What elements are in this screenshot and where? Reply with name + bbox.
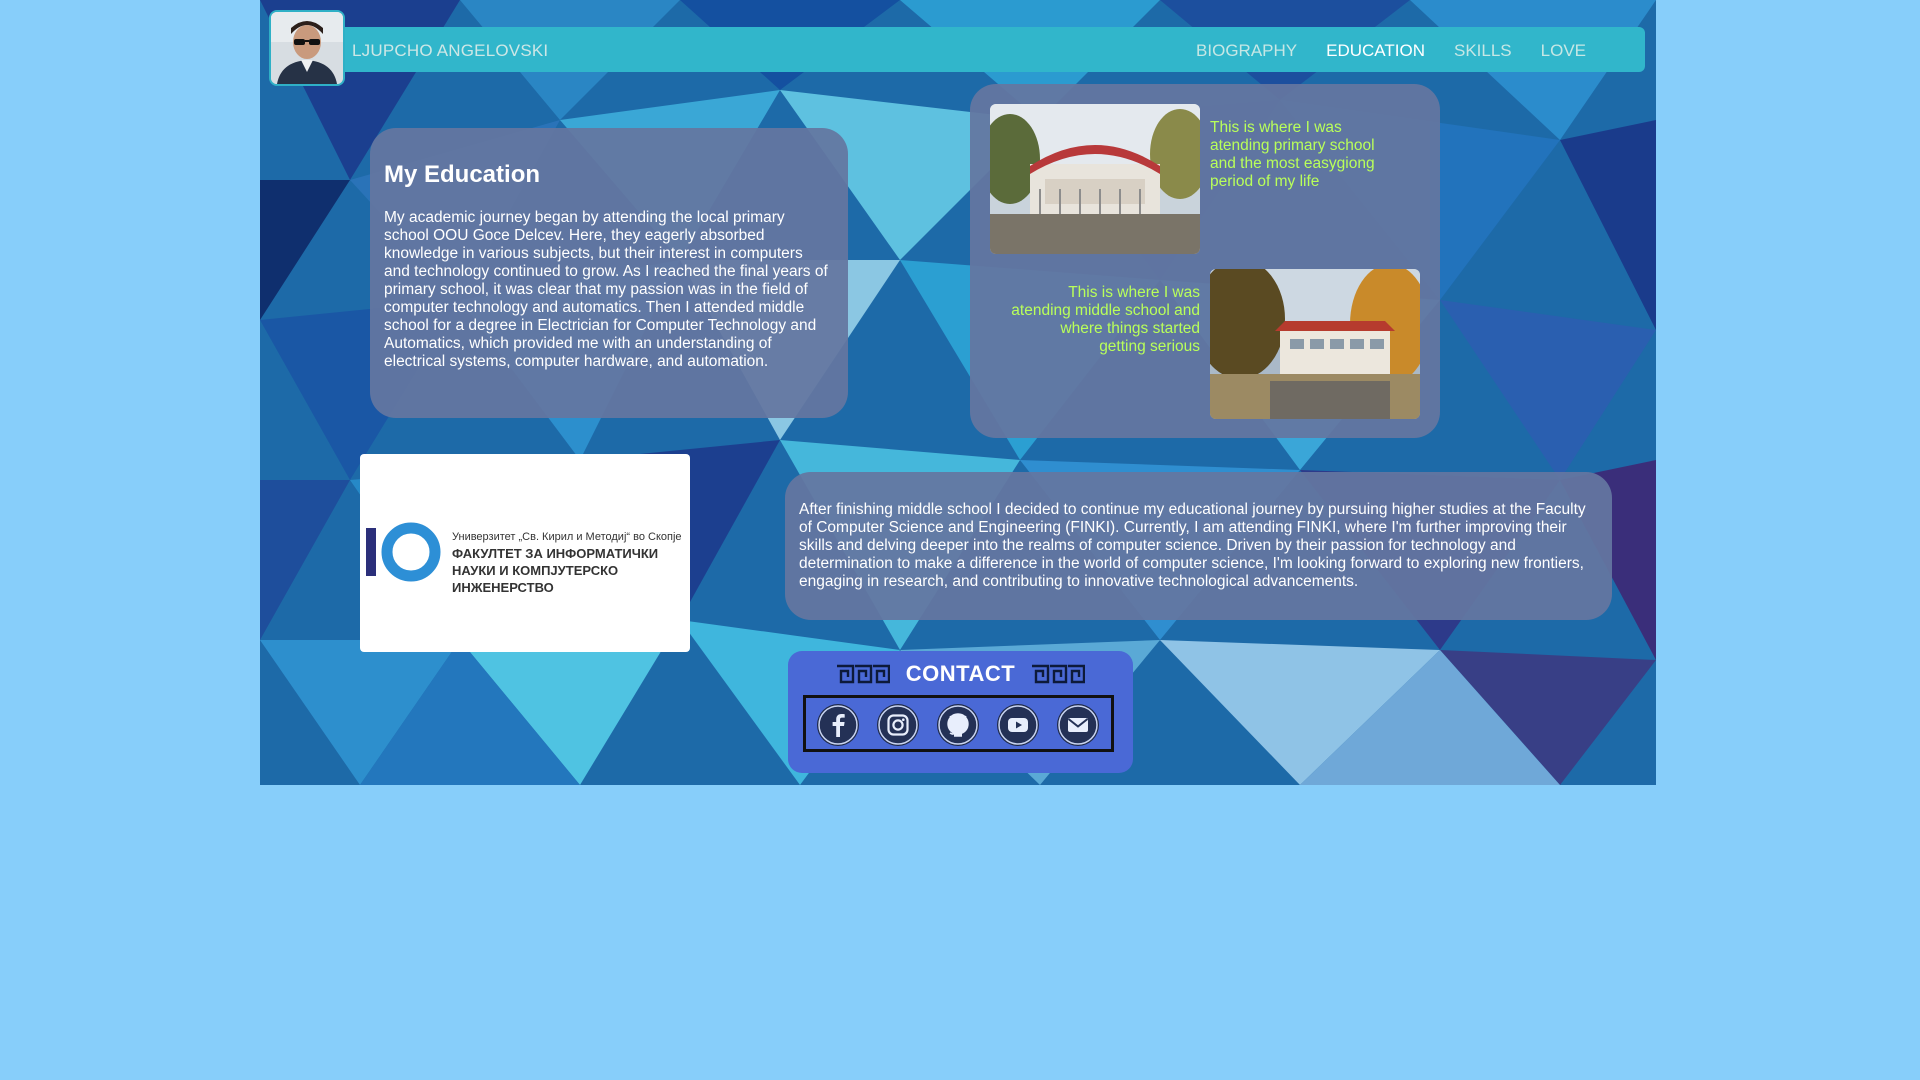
nav-love[interactable]: LOVE <box>1541 41 1586 61</box>
github-icon[interactable] <box>937 704 979 746</box>
page-container: LJUPCHO ANGELOVSKI BIOGRAPHY EDUCATION S… <box>260 0 1656 785</box>
education-title: My Education <box>384 161 541 188</box>
social-icons-box <box>803 695 1114 752</box>
finki-logo: Универзитет „Св. Кирил и Методиј“ во Ско… <box>360 454 690 652</box>
nav-biography[interactable]: BIOGRAPHY <box>1196 41 1297 61</box>
higher-education-card: After finishing middle school I decided … <box>785 472 1612 620</box>
primary-school-photo <box>990 104 1200 254</box>
education-text: My academic journey began by attending t… <box>384 209 828 370</box>
middle-school-photo <box>1210 269 1420 419</box>
nav-menu: BIOGRAPHY EDUCATION SKILLS LOVE <box>1196 41 1586 61</box>
site-brand[interactable]: LJUPCHO ANGELOVSKI <box>352 41 548 61</box>
profile-avatar[interactable] <box>269 10 345 86</box>
finki-faculty-line: ФАКУЛТЕТ ЗА ИНФОРМАТИЧКИ НАУКИ И КОМПЈУТ… <box>452 546 659 595</box>
higher-education-text: After finishing middle school I decided … <box>799 501 1586 590</box>
education-card: My Education My academic journey began b… <box>370 128 848 418</box>
email-icon[interactable] <box>1057 704 1099 746</box>
nav-education[interactable]: EDUCATION <box>1326 41 1425 61</box>
nav-skills[interactable]: SKILLS <box>1454 41 1512 61</box>
greek-key-ornament-right <box>1032 664 1085 684</box>
schools-card: This is where I was atending primary sch… <box>970 84 1440 438</box>
youtube-icon[interactable] <box>997 704 1039 746</box>
facebook-icon[interactable] <box>817 704 859 746</box>
primary-school-caption: This is where I was atending primary sch… <box>1210 119 1375 190</box>
contact-panel: CONTACT <box>788 651 1133 773</box>
finki-university-line: Универзитет „Св. Кирил и Методиј“ во Ско… <box>452 531 682 543</box>
instagram-icon[interactable] <box>877 704 919 746</box>
middle-school-caption: This is where I was atending middle scho… <box>1011 284 1200 355</box>
